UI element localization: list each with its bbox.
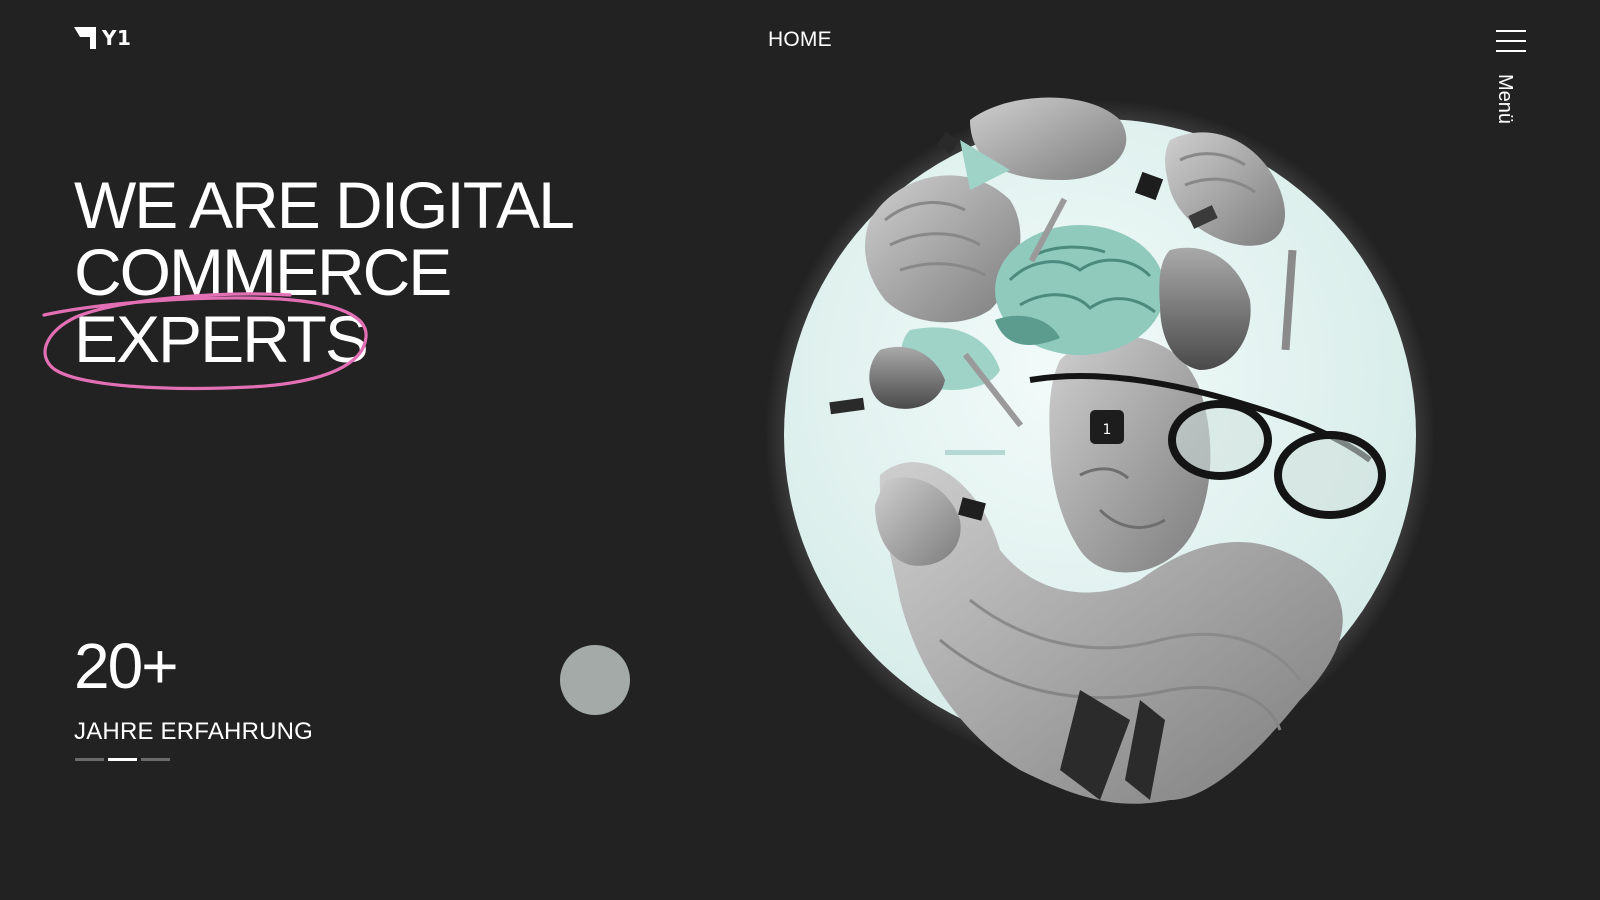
nav-home-link[interactable]: HOME	[768, 28, 832, 52]
brain	[995, 225, 1165, 355]
cursor-blob	[560, 645, 630, 715]
menu-label: Menü	[1494, 74, 1516, 125]
highlight-scribble	[42, 292, 368, 390]
slider-indicator	[75, 758, 170, 761]
hero-artwork: 1	[765, 97, 1435, 804]
slide-dot[interactable]	[141, 758, 170, 761]
logo-mark-icon	[74, 27, 96, 49]
logo-text: Y1	[102, 26, 132, 50]
logo-link[interactable]: Y1	[74, 26, 131, 50]
hamburger-menu-icon[interactable]	[1496, 30, 1526, 52]
headline-line: WE ARE DIGITAL	[74, 168, 575, 242]
stat-label: JAHRE ERFAHRUNG	[74, 718, 314, 745]
slide-dot-active[interactable]	[108, 758, 137, 761]
stat-number: 20+	[74, 630, 179, 702]
slide-dot[interactable]	[75, 758, 104, 761]
glasses-badge-text: 1	[1103, 422, 1112, 438]
menu-toggle[interactable]: Menü	[1490, 74, 1530, 134]
